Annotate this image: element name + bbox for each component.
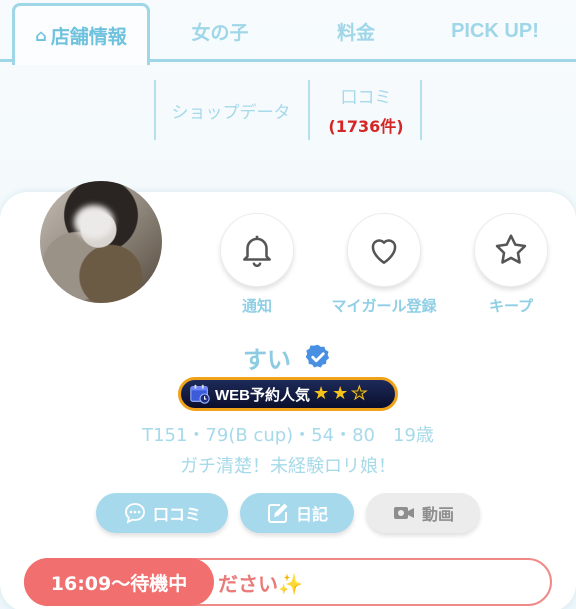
- calendar-icon: [190, 384, 210, 404]
- star-filled-icon: ★: [332, 383, 349, 404]
- subtab-reviews[interactable]: 口コミ (1736件): [310, 80, 422, 140]
- shop-profile-page: ⌂ 店舗情報 女の子 料金 PICK UP! ショップデータ 口コミ (1736…: [0, 0, 576, 609]
- keep-button[interactable]: [474, 213, 548, 287]
- favorite-button[interactable]: [347, 213, 421, 287]
- chat-bubble-icon: [125, 503, 145, 524]
- pill-label: 日記: [295, 505, 328, 524]
- avatar[interactable]: [40, 181, 162, 303]
- top-tab-bar: ⌂ 店舗情報 女の子 料金 PICK UP!: [0, 0, 576, 65]
- notify-label: 通知: [241, 297, 272, 315]
- favorite-label: マイガール登録: [331, 297, 437, 315]
- subtab-label: 口コミ: [340, 88, 392, 108]
- tab-shop-info[interactable]: ⌂ 店舗情報: [12, 3, 150, 65]
- sub-tab-bar: ショップデータ 口コミ (1736件): [154, 80, 422, 140]
- subtab-label: ショップデータ: [171, 102, 291, 123]
- keep-label: キープ: [488, 297, 534, 315]
- face-blur: [74, 205, 114, 239]
- profile-stats: T151・79(B cup)・54・80 19歳: [142, 425, 434, 446]
- tab-pickup[interactable]: PICK UP!: [430, 0, 560, 62]
- message-text: ださい✨: [218, 572, 303, 596]
- video-button[interactable]: 動画: [366, 493, 480, 533]
- review-count: (1736件): [328, 117, 404, 136]
- verified-icon: [305, 344, 330, 368]
- tab-label: 店舗情報: [50, 26, 127, 48]
- girl-name: すい: [243, 346, 291, 374]
- pill-label: 動画: [421, 505, 454, 524]
- catchphrase: ガチ清楚！未経験ロリ娘！: [180, 456, 396, 477]
- waiting-status-badge: 16:09〜待機中: [24, 558, 214, 606]
- subtab-shop-data[interactable]: ショップデータ: [154, 80, 308, 140]
- diary-button[interactable]: 日記: [240, 493, 354, 533]
- home-icon: ⌂: [35, 26, 47, 45]
- star-icon: [495, 234, 527, 264]
- web-reservation-badge: WEB予約人気 ★ ★ ★: [178, 377, 398, 411]
- badge-text: WEB予約人気: [215, 386, 310, 404]
- edit-icon: [267, 503, 288, 523]
- tab-label: PICK UP!: [451, 19, 539, 42]
- reviews-button[interactable]: 口コミ: [96, 493, 228, 533]
- star-filled-icon: ★: [313, 383, 330, 404]
- video-camera-icon: [393, 507, 414, 519]
- tab-price[interactable]: 料金: [296, 0, 416, 62]
- heart-icon: [371, 239, 397, 264]
- tab-girls[interactable]: 女の子: [160, 0, 280, 62]
- notify-button[interactable]: [220, 213, 294, 287]
- tab-label: 料金: [336, 21, 375, 44]
- pill-label: 口コミ: [152, 505, 201, 524]
- tab-label: 女の子: [191, 21, 249, 44]
- divider: [420, 80, 422, 140]
- bell-icon: [243, 235, 271, 268]
- star-empty-icon: ★: [351, 383, 368, 404]
